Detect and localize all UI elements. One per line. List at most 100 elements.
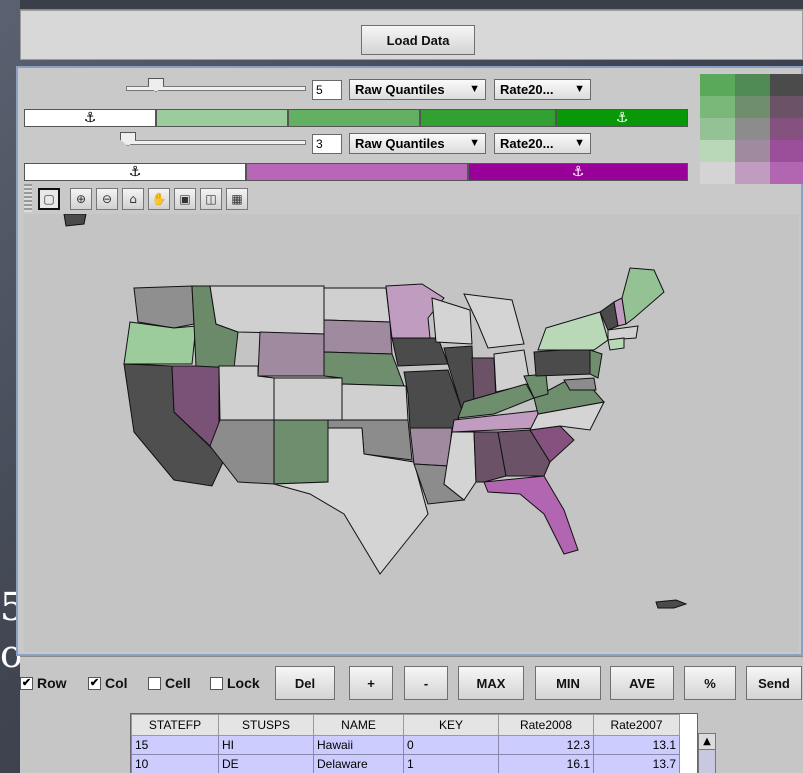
column-header[interactable]: Rate2007 (593, 714, 680, 736)
table-scrollbar[interactable]: ▲ (698, 733, 716, 773)
variable-dropdown-1[interactable]: Rate20... ▼ (494, 79, 591, 100)
color-bin-2-3[interactable]: ⚓ (468, 163, 688, 181)
state-alaska (63, 213, 87, 227)
col-checkbox[interactable]: ✔ Col (88, 675, 128, 691)
top-toolbar: Load Data (20, 10, 803, 60)
plus-button[interactable]: + (349, 666, 393, 700)
home-icon[interactable]: ⌂ (122, 188, 144, 210)
anchor-icon: ⚓ (571, 164, 585, 180)
table-row[interactable]: 15 HI Hawaii 0 12.3 13.1 (131, 735, 680, 755)
legend-cell (770, 96, 803, 118)
chevron-down-icon: ▼ (469, 137, 480, 149)
row-checkbox[interactable]: ✔ Row (20, 675, 67, 691)
class-count-field-1[interactable]: 5 (312, 80, 342, 100)
column-header[interactable]: STUSPS (218, 714, 314, 736)
state-kansas (341, 383, 409, 421)
state-montana (209, 285, 325, 335)
attribute-table[interactable]: STATEFP STUSPS NAME KEY Rate2008 Rate200… (130, 713, 698, 773)
table-cell[interactable]: Hawaii (313, 735, 404, 755)
legend-cell (770, 162, 803, 184)
ave-button[interactable]: AVE (610, 666, 674, 700)
minus-button[interactable]: - (404, 666, 448, 700)
state-north-dakota (323, 287, 391, 323)
table-cell[interactable]: 13.1 (593, 735, 680, 755)
grid-icon[interactable]: ▦ (226, 188, 248, 210)
column-header[interactable]: KEY (403, 714, 499, 736)
color-bin-1-4[interactable] (420, 109, 556, 127)
class-slider-2[interactable] (126, 140, 306, 145)
legend-cell (700, 96, 735, 118)
legend-cell (700, 140, 735, 162)
min-button[interactable]: MIN (535, 666, 601, 700)
table-cell[interactable]: 10 (131, 754, 219, 773)
color-bin-2-1[interactable]: ⚓ (24, 163, 246, 181)
identify-icon[interactable]: ◫ (200, 188, 222, 210)
lock-label: Lock (227, 675, 260, 691)
table-cell[interactable]: 13.7 (593, 754, 680, 773)
legend-cell (735, 96, 770, 118)
variable-dropdown-2[interactable]: Rate20... ▼ (494, 133, 591, 154)
table-cell[interactable]: DE (218, 754, 314, 773)
state-new-york (537, 311, 609, 351)
us-states-map[interactable] (24, 213, 799, 652)
cell-checkbox[interactable]: Cell (148, 675, 191, 691)
chevron-down-icon: ▼ (574, 83, 585, 95)
table-cell[interactable]: HI (218, 735, 314, 755)
send-button[interactable]: Send (746, 666, 802, 700)
state-maryland (563, 377, 597, 391)
method-label-1: Raw Quantiles (355, 82, 445, 97)
column-header[interactable]: Rate2008 (498, 714, 594, 736)
color-bin-2-2[interactable] (246, 163, 468, 181)
lock-checkbox[interactable]: Lock (210, 675, 260, 691)
state-wisconsin (431, 297, 473, 345)
state-new-mexico (273, 419, 329, 485)
cell-label: Cell (165, 675, 191, 691)
chevron-down-icon: ▼ (574, 137, 585, 149)
legend-cell (700, 74, 735, 96)
select-icon[interactable]: ▢ (38, 188, 60, 210)
bivariate-legend (700, 74, 803, 184)
full-extent-icon[interactable]: ▣ (174, 188, 196, 210)
class-count-field-2[interactable]: 3 (312, 134, 342, 154)
state-michigan (463, 293, 525, 349)
legend-cell (770, 118, 803, 140)
map-canvas[interactable] (24, 213, 799, 652)
zoom-out-icon[interactable]: ⊖ (96, 188, 118, 210)
color-bin-1-1[interactable]: ⚓ (24, 109, 156, 127)
scroll-thumb[interactable] (699, 750, 715, 773)
table-row[interactable]: 10 DE Delaware 1 16.1 13.7 (131, 754, 680, 773)
table-cell[interactable]: Delaware (313, 754, 404, 773)
table-cell[interactable]: 16.1 (498, 754, 594, 773)
method-dropdown-1[interactable]: Raw Quantiles ▼ (349, 79, 486, 100)
table-cell[interactable]: 0 (403, 735, 499, 755)
column-header[interactable]: STATEFP (131, 714, 219, 736)
zoom-in-icon[interactable]: ⊕ (70, 188, 92, 210)
scroll-up-icon[interactable]: ▲ (699, 734, 715, 750)
state-arkansas (409, 427, 453, 467)
legend-cell (735, 140, 770, 162)
island-puerto-rico (655, 599, 688, 609)
table-cell[interactable]: 1 (403, 754, 499, 773)
table-cell[interactable]: 15 (131, 735, 219, 755)
state-south-dakota (323, 319, 393, 355)
color-bin-1-3[interactable] (288, 109, 420, 127)
pan-icon[interactable]: ✋ (148, 188, 170, 210)
state-colorado (273, 377, 343, 421)
checkmark-icon: ✔ (88, 676, 101, 690)
column-header[interactable]: NAME (313, 714, 404, 736)
percent-button[interactable]: % (684, 666, 736, 700)
max-button[interactable]: MAX (458, 666, 524, 700)
load-data-button[interactable]: Load Data (361, 25, 475, 55)
table-cell[interactable]: 12.3 (498, 735, 594, 755)
table-header-row: STATEFP STUSPS NAME KEY Rate2008 Rate200… (131, 714, 680, 736)
variable-label-2: Rate20... (500, 136, 554, 151)
row-label: Row (37, 675, 67, 691)
state-oregon (123, 321, 197, 365)
state-connecticut (607, 337, 625, 351)
del-button[interactable]: Del (275, 666, 335, 700)
color-bin-1-5[interactable]: ⚓ (556, 109, 688, 127)
method-dropdown-2[interactable]: Raw Quantiles ▼ (349, 133, 486, 154)
color-bin-1-2[interactable] (156, 109, 288, 127)
method-label-2: Raw Quantiles (355, 136, 445, 151)
toolbar-grip[interactable] (24, 184, 32, 212)
